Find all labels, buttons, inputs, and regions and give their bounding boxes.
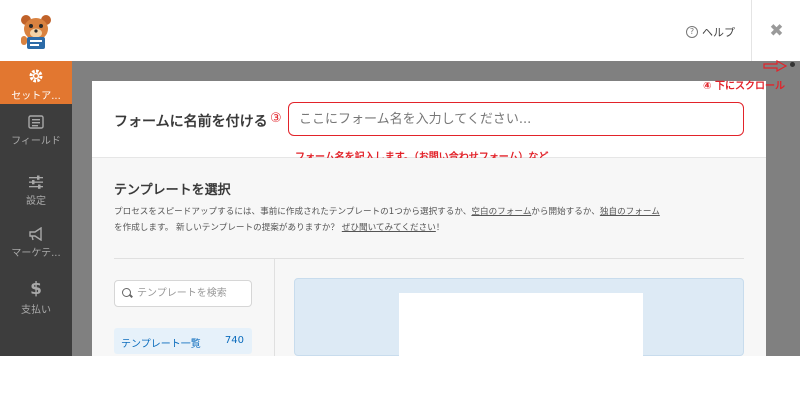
scroll-annotation: ④ 下にスクロール	[703, 81, 785, 92]
template-description: プロセスをスピードアップするには、事前に作成されたテンプレートの1つから選択する…	[114, 204, 749, 236]
desc-text: から開始するか、	[531, 207, 600, 217]
dollar-icon: $	[30, 279, 42, 299]
sidebar-item-label: マーケテ...	[11, 248, 61, 259]
sidebar-item-payments[interactable]: $ 支払い	[0, 279, 72, 317]
setup-modal: フォームに名前を付ける ③ フォーム名を記入します。（お問い合わせフォーム）など…	[92, 81, 766, 357]
column-divider	[274, 258, 275, 356]
form-name-section: フォームに名前を付ける ③ フォーム名を記入します。（お問い合わせフォーム）など	[92, 81, 766, 163]
form-name-label: フォームに名前を付ける	[114, 114, 268, 130]
scroll-dot-icon	[790, 62, 795, 67]
template-search-input[interactable]	[114, 280, 252, 307]
sidebar-item-label: 支払い	[21, 305, 51, 316]
template-preview-card[interactable]	[294, 278, 744, 357]
top-bar: ? ヘルプ ✖	[0, 0, 800, 61]
builder-sidebar: セットア... フィールド 設定 マーケテ... $ 支払い	[0, 61, 72, 356]
template-section: テンプレートを選択 プロセスをスピードアップするには、事前に作成されたテンプレー…	[92, 158, 766, 357]
suggest-template-link[interactable]: ぜひ聞いてみてください	[342, 223, 436, 233]
fields-list-icon	[28, 115, 44, 129]
desc-text: ！	[435, 223, 445, 233]
help-link[interactable]: ? ヘルプ	[686, 24, 735, 40]
mascot-bear-logo-icon	[21, 14, 51, 49]
desc-text: プロセスをスピードアップするには、事前に作成されたテンプレートの1つから選択する…	[114, 207, 472, 217]
template-thumbnail	[399, 293, 643, 357]
logo	[0, 0, 72, 61]
close-x-icon: ✖	[769, 20, 784, 41]
sliders-icon	[29, 175, 43, 189]
sidebar-item-marketing[interactable]: マーケテ...	[0, 227, 72, 259]
blank-form-link[interactable]: 空白のフォーム	[471, 207, 531, 217]
search-icon	[122, 288, 131, 297]
sidebar-item-settings[interactable]: 設定	[0, 175, 72, 207]
desc-text: を作成します。 新しいテンプレートの提案がありますか？	[114, 223, 340, 233]
megaphone-icon	[29, 227, 42, 241]
form-name-input[interactable]	[288, 102, 744, 136]
sidebar-item-setup[interactable]: セットア...	[0, 61, 72, 104]
category-count: 740	[224, 335, 244, 346]
question-circle-icon: ?	[686, 26, 698, 38]
sidebar-item-fields[interactable]: フィールド	[0, 115, 72, 147]
sidebar-item-label: フィールド	[11, 136, 61, 147]
sidebar-item-label: セットア...	[11, 91, 61, 102]
help-label: ヘルプ	[702, 26, 735, 39]
divider	[114, 258, 744, 259]
step-3-marker: ③	[270, 111, 282, 126]
gear-icon	[29, 69, 43, 83]
custom-form-link[interactable]: 独自のフォーム	[600, 207, 660, 217]
close-button[interactable]: ✖	[751, 0, 800, 61]
template-section-title: テンプレートを選択	[114, 183, 231, 198]
category-label: テンプレート一覧	[121, 339, 201, 350]
template-category-all[interactable]: テンプレート一覧 740	[114, 328, 252, 354]
arrow-right-icon	[763, 60, 788, 72]
sidebar-item-label: 設定	[26, 196, 46, 207]
